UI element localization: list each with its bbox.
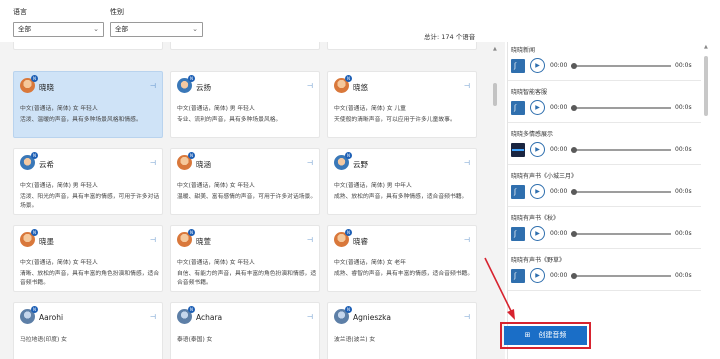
plus-box-icon: ⊞ (524, 331, 531, 339)
create-audio-button[interactable]: ⊞ 创建音频 (504, 326, 587, 345)
annotation-arrow-icon (484, 257, 515, 320)
create-audio-label: 创建音频 (538, 331, 567, 339)
